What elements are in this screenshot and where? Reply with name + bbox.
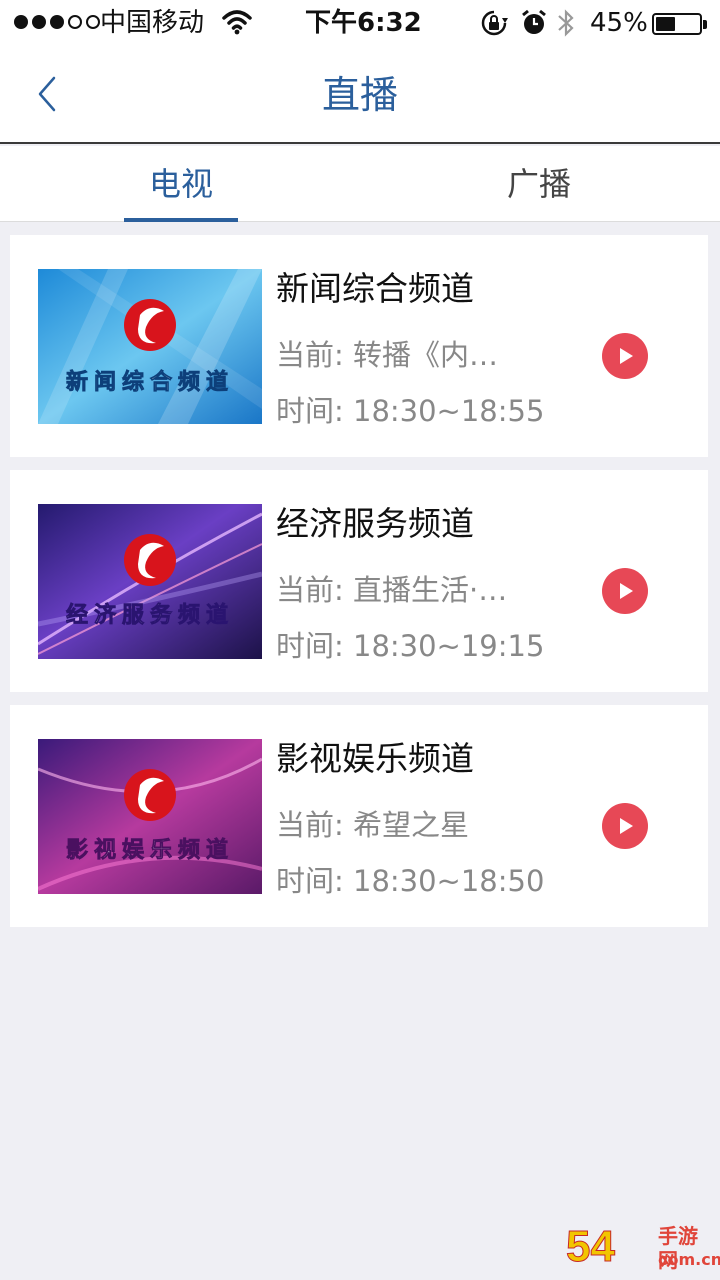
channel-card[interactable]: 新闻综合频道 新闻综合频道 当前: 转播《内… 时间: 18:30~18:55 bbox=[10, 235, 708, 457]
play-icon bbox=[620, 348, 633, 364]
watermark-logo: 54 手游网 com.cn bbox=[566, 1222, 720, 1278]
program-time: 时间: 18:30~18:50 bbox=[276, 864, 545, 898]
play-icon bbox=[620, 583, 633, 599]
play-button[interactable] bbox=[602, 803, 648, 849]
tab-bar: 电视 广播 bbox=[0, 146, 720, 222]
status-time: 下午6:32 bbox=[305, 8, 422, 38]
alarm-icon bbox=[520, 9, 548, 46]
tab-tv[interactable]: 电视 bbox=[124, 146, 238, 222]
current-program: 当前: 转播《内… bbox=[276, 338, 498, 372]
current-program: 当前: 希望之星 bbox=[276, 808, 469, 842]
tab-radio[interactable]: 广播 bbox=[482, 146, 596, 222]
rotation-lock-icon bbox=[480, 9, 508, 46]
play-button[interactable] bbox=[602, 333, 648, 379]
svg-text:新闻综合频道: 新闻综合频道 bbox=[66, 369, 234, 395]
channel-name: 新闻综合频道 bbox=[276, 269, 474, 308]
battery-icon bbox=[652, 13, 707, 35]
watermark-number: 54 bbox=[566, 1222, 616, 1272]
current-program: 当前: 直播生活·… bbox=[276, 573, 508, 607]
svg-text:影视娱乐频道: 影视娱乐频道 bbox=[66, 837, 234, 863]
program-time: 时间: 18:30~18:55 bbox=[276, 394, 545, 428]
channel-name: 影视娱乐频道 bbox=[276, 739, 474, 778]
watermark-url: com.cn bbox=[658, 1250, 720, 1269]
battery-percent: 45% bbox=[590, 8, 648, 38]
channel-card[interactable]: 影视娱乐频道 影视娱乐频道 当前: 希望之星 时间: 18:30~18:50 bbox=[10, 705, 708, 927]
wifi-icon bbox=[222, 8, 252, 45]
play-button[interactable] bbox=[602, 568, 648, 614]
channel-card[interactable]: 经济服务频道 经济服务频道 当前: 直播生活·… 时间: 18:30~19:15 bbox=[10, 470, 708, 692]
channel-thumbnail: 新闻综合频道 bbox=[38, 269, 262, 424]
carrier-name: 中国移动 bbox=[100, 8, 205, 38]
nav-bar: 直播 bbox=[0, 46, 720, 144]
program-time: 时间: 18:30~19:15 bbox=[276, 629, 545, 663]
channel-name: 经济服务频道 bbox=[276, 504, 474, 543]
status-bar: 中国移动 下午6:32 45% bbox=[0, 0, 720, 46]
bluetooth-icon bbox=[556, 6, 576, 49]
svg-text:经济服务频道: 经济服务频道 bbox=[66, 602, 234, 628]
play-icon bbox=[620, 818, 633, 834]
channel-thumbnail: 影视娱乐频道 bbox=[38, 739, 262, 894]
channel-thumbnail: 经济服务频道 bbox=[38, 504, 262, 659]
signal-strength-icon bbox=[14, 15, 100, 29]
active-tab-indicator bbox=[124, 218, 238, 222]
page-title: 直播 bbox=[321, 73, 398, 117]
